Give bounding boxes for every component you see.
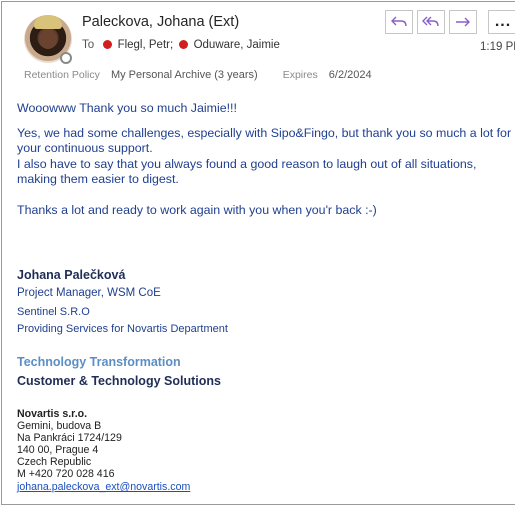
signature-email-link[interactable]: johana.paleckova_ext@novartis.com (17, 481, 190, 494)
signature-address-3: 140 00, Prague 4 (17, 444, 99, 456)
recipient-status-dot (179, 40, 189, 49)
retention-label: Retention Policy (24, 69, 100, 81)
signature-phone: M +420 720 028 416 (17, 468, 115, 480)
more-actions-button[interactable]: ... (488, 10, 515, 34)
sender-name[interactable]: Paleckova, Johana (Ext) (82, 14, 239, 30)
body-line-1: Wooowww Thank you so much Jaimie!!! (17, 101, 237, 115)
signature-address-1: Gemini, budova B (17, 420, 102, 432)
signature-tagline-2: Customer & Technology Solutions (17, 374, 221, 388)
signature-address-2: Na Pankráci 1724/129 (17, 432, 122, 444)
signature-name: Johana Palečková (17, 268, 126, 282)
sent-time: 1:19 PM (480, 41, 515, 53)
retention-row: Retention Policy My Personal Archive (3 … (24, 69, 372, 81)
forward-button[interactable] (449, 10, 477, 34)
signature-org: Novartis s.r.o. (17, 408, 88, 420)
reply-button[interactable] (385, 10, 413, 34)
avatar-face (39, 29, 57, 49)
reply-icon (391, 16, 407, 27)
avatar-hat (34, 15, 62, 29)
body-paragraph-3: I also have to say that you always found… (17, 157, 477, 186)
signature-title: Project Manager, WSM CoE (17, 287, 161, 299)
recipients-row: To Flegl, Petr; Oduware, Jaimie (82, 39, 280, 51)
message-toolbar: ... (385, 10, 515, 34)
body-paragraph-2: Yes, we had some challenges, especially … (17, 126, 512, 155)
recipient-oduware[interactable]: Oduware, Jaimie (194, 39, 280, 51)
signature-services: Providing Services for Novartis Departme… (17, 323, 228, 335)
expires-value: 6/2/2024 (328, 69, 372, 81)
retention-value[interactable]: My Personal Archive (3 years) (111, 69, 258, 81)
recipient-flegl[interactable]: Flegl, Petr; (118, 39, 174, 51)
signature-company: Sentinel S.R.O (17, 306, 90, 318)
to-label: To (82, 39, 95, 51)
signature-tagline-1: Technology Transformation (17, 355, 181, 369)
signature-address-4: Czech Republic (17, 456, 92, 468)
presence-status-icon (60, 52, 72, 64)
forward-icon (456, 17, 470, 27)
reply-all-button[interactable] (417, 10, 445, 34)
email-reading-pane: Paleckova, Johana (Ext) To Flegl, Petr; … (1, 1, 515, 505)
recipient-status-dot (103, 40, 113, 49)
reply-all-icon (422, 16, 439, 27)
expires-label: Expires (282, 69, 318, 81)
body-line-4: Thanks a lot and ready to work again wit… (17, 203, 377, 217)
